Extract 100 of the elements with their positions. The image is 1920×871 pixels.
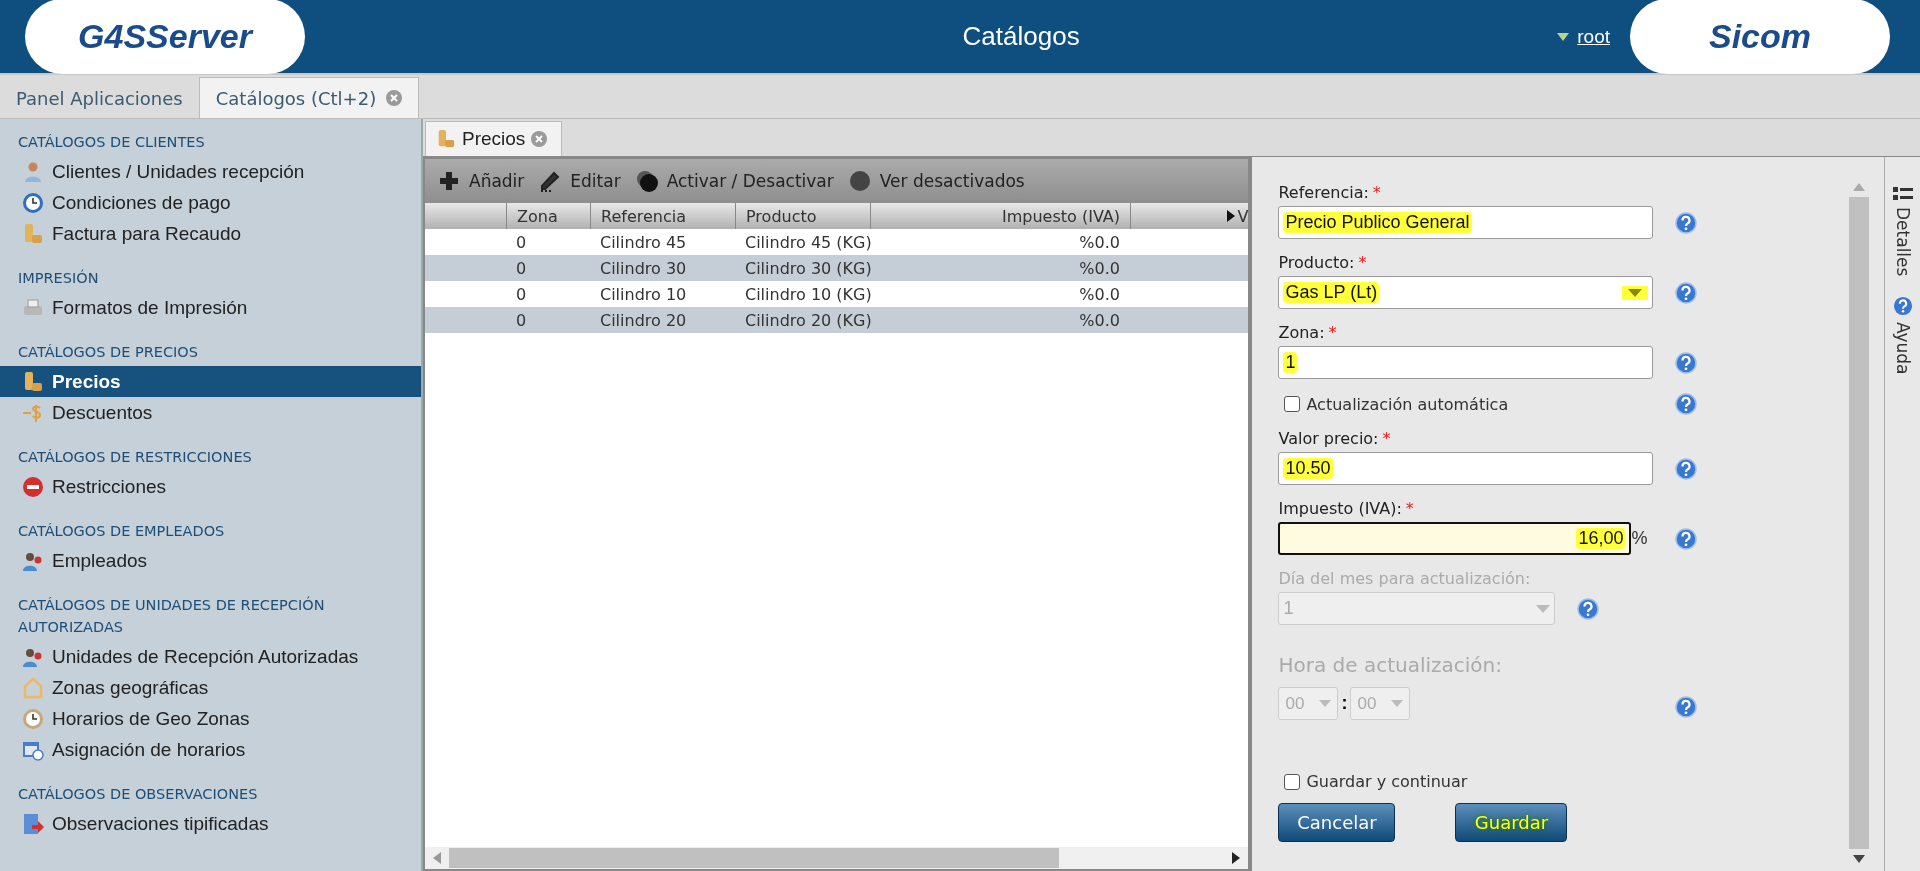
table-cell-text: Cilindro 30 bbox=[599, 258, 688, 278]
vertical-scrollbar[interactable] bbox=[1848, 183, 1871, 863]
section-heading: CATÁLOGOS DE CLIENTES bbox=[17, 133, 206, 152]
sidebar-item[interactable]: Asignación de horarios bbox=[0, 734, 421, 765]
checkbox[interactable] bbox=[1284, 396, 1301, 412]
app-tab[interactable]: Panel Aplicaciones bbox=[0, 78, 199, 118]
close-icon[interactable] bbox=[531, 131, 548, 147]
section-heading: CATÁLOGOS DE RESTRICCIONES bbox=[17, 448, 253, 467]
table-cell-text: %0.0 bbox=[1078, 258, 1121, 278]
input-field[interactable]: Precio Publico General bbox=[1278, 206, 1654, 239]
checkbox-label: Guardar y continuar bbox=[1306, 772, 1468, 791]
sidebar-item[interactable]: Precios bbox=[0, 366, 421, 397]
dot-icon bbox=[847, 169, 872, 193]
sidebar-item[interactable]: Formatos de Impresión bbox=[0, 292, 421, 323]
server-logo: G4SServer bbox=[25, 0, 305, 74]
input-field[interactable]: 10.50 bbox=[1278, 452, 1654, 485]
table-row[interactable]: 0 Cilindro 10 Cilindro 10 (KG) %0.0 bbox=[425, 281, 1249, 307]
sicom-logo: Sicom bbox=[1630, 0, 1890, 74]
sidebar-item[interactable]: Zonas geográficas bbox=[0, 672, 421, 703]
checkbox[interactable] bbox=[1284, 773, 1301, 790]
app-tab[interactable]: Catálogos (Ctl+2) bbox=[198, 77, 420, 118]
table-cell-text: 0 bbox=[515, 284, 528, 304]
sidebar-item[interactable]: Descuentos bbox=[0, 397, 421, 428]
sidebar-item[interactable]: Clientes / Unidades recepción bbox=[0, 156, 421, 187]
column-header[interactable]: Producto bbox=[735, 203, 870, 229]
sidebar-item[interactable]: Horarios de Geo Zonas bbox=[0, 703, 421, 734]
sidebar-item[interactable]: Restricciones bbox=[0, 471, 421, 502]
column-header[interactable]: Zona bbox=[506, 203, 590, 229]
checkbox-label: Actualización automática bbox=[1306, 394, 1509, 414]
form-button[interactable]: Cancelar bbox=[1278, 803, 1396, 842]
column-header[interactable]: Referencia bbox=[590, 203, 735, 229]
dropdown-arrow-icon bbox=[1391, 700, 1404, 707]
table-cell-text: %0.0 bbox=[1078, 232, 1121, 252]
help-icon bbox=[1892, 296, 1913, 317]
sidebar-item[interactable]: Observaciones tipificadas bbox=[0, 808, 421, 839]
input-field[interactable]: 1 bbox=[1278, 346, 1654, 379]
left-arrow-icon[interactable] bbox=[433, 852, 441, 864]
table-cell-text: 0 bbox=[515, 258, 528, 278]
table-cell-text: %0.0 bbox=[1078, 310, 1121, 330]
user-link[interactable]: root bbox=[1577, 25, 1610, 48]
down-arrow-icon[interactable] bbox=[1853, 855, 1866, 863]
help-icon[interactable] bbox=[1675, 393, 1698, 415]
table-cell-text: Cilindro 20 (KG) bbox=[744, 310, 870, 330]
coins-icon bbox=[22, 222, 44, 245]
right-arrow-icon bbox=[1226, 210, 1235, 222]
sidebar-item[interactable]: Condiciones de pago bbox=[0, 187, 421, 218]
field-label: Producto: * bbox=[1278, 253, 1368, 272]
section-heading: CATÁLOGOS DE OBSERVACIONES bbox=[17, 785, 259, 804]
input-field[interactable]: 16,00 bbox=[1278, 522, 1632, 555]
content-tab[interactable]: Precios bbox=[425, 121, 563, 156]
table-cell-text: Cilindro 10 bbox=[599, 284, 688, 304]
help-icon[interactable] bbox=[1675, 457, 1698, 480]
help-icon[interactable] bbox=[1577, 597, 1600, 620]
sidebar-item[interactable]: Unidades de Recepción Autorizadas bbox=[0, 641, 421, 672]
horizontal-scrollbar[interactable] bbox=[425, 847, 1249, 869]
close-icon[interactable] bbox=[386, 90, 403, 106]
help-icon[interactable] bbox=[1675, 211, 1698, 234]
list-icon bbox=[1892, 187, 1913, 201]
side-tab[interactable]: Detalles bbox=[1892, 187, 1913, 277]
help-icon[interactable] bbox=[1675, 351, 1698, 374]
note-icon bbox=[22, 812, 44, 835]
select-field[interactable]: Gas LP (Lt) bbox=[1278, 276, 1654, 309]
right-arrow-icon[interactable] bbox=[1232, 852, 1241, 864]
sidebar-item[interactable]: Factura para Recaudo bbox=[0, 218, 421, 249]
form-button[interactable]: Guardar bbox=[1455, 803, 1568, 842]
caret-icon bbox=[1557, 32, 1570, 41]
clock-icon bbox=[22, 191, 44, 214]
help-icon[interactable] bbox=[1675, 281, 1698, 304]
table-cell-text: %0.0 bbox=[1078, 284, 1121, 304]
unit-label: % bbox=[1631, 528, 1648, 549]
table-cell-text: Cilindro 45 (KG) bbox=[744, 232, 870, 252]
help-icon[interactable] bbox=[1675, 695, 1698, 718]
coins-icon bbox=[436, 129, 456, 149]
field-label: Referencia: * bbox=[1278, 183, 1382, 202]
field-label: Hora de actualización: bbox=[1278, 653, 1504, 677]
table-row[interactable]: 0 Cilindro 45 Cilindro 45 (KG) %0.0 bbox=[425, 229, 1249, 255]
side-tab[interactable]: Ayuda bbox=[1892, 296, 1913, 375]
field-label: Valor precio: * bbox=[1278, 429, 1392, 448]
table-row[interactable]: 0 Cilindro 20 Cilindro 20 (KG) %0.0 bbox=[425, 307, 1249, 333]
toolbar-button[interactable]: Ver desactivados bbox=[845, 169, 1027, 193]
column-header[interactable]: Impuesto (IVA) bbox=[870, 203, 1130, 229]
table-row[interactable]: 0 Cilindro 30 Cilindro 30 (KG) %0.0 bbox=[425, 255, 1249, 281]
column-header[interactable]: V bbox=[1130, 203, 1249, 229]
table-cell-text: 0 bbox=[515, 310, 528, 330]
house-icon bbox=[22, 676, 44, 699]
section-heading: IMPRESIÓN bbox=[17, 268, 100, 288]
field-label: Zona: * bbox=[1278, 323, 1338, 342]
help-icon[interactable] bbox=[1675, 527, 1698, 550]
section-heading: CATÁLOGOS DE UNIDADES DE RECEPCIÓN AUTORIZADAS bbox=[17, 595, 326, 637]
table-cell-text: Cilindro 20 bbox=[599, 310, 688, 330]
clock-icon bbox=[22, 707, 44, 730]
toolbar-button[interactable]: Editar bbox=[536, 169, 623, 193]
toolbar-button[interactable]: Añadir bbox=[435, 169, 527, 193]
sidebar-item[interactable]: Empleados bbox=[0, 545, 421, 576]
toolbar-button[interactable]: Activar / Desactivar bbox=[632, 169, 836, 193]
toggle-icon bbox=[634, 169, 659, 193]
table-cell-text: 0 bbox=[515, 232, 528, 252]
plus-icon bbox=[437, 169, 461, 193]
field-label: Día del mes para actualización: bbox=[1278, 569, 1532, 588]
section-heading: CATÁLOGOS DE EMPLEADOS bbox=[17, 522, 226, 541]
